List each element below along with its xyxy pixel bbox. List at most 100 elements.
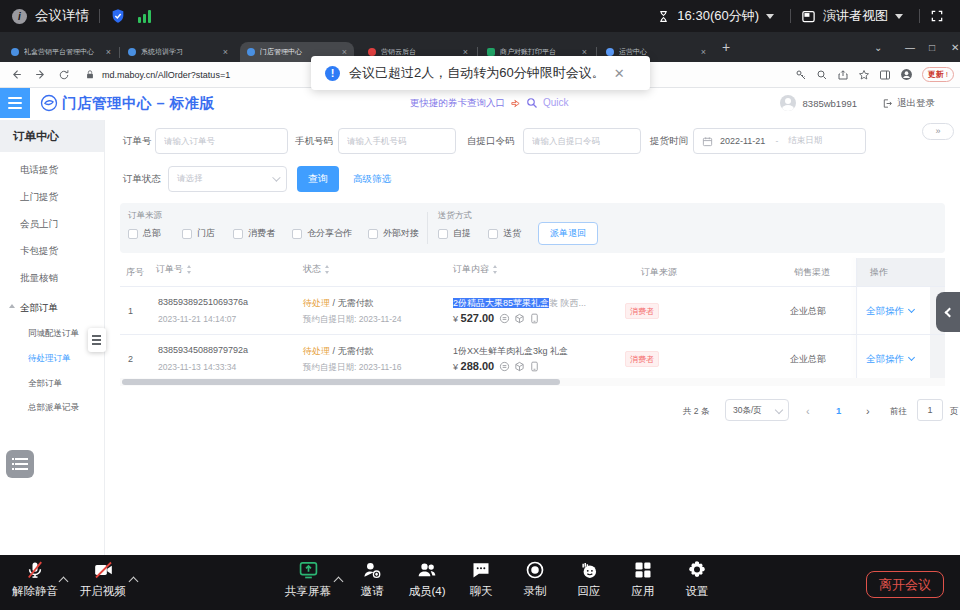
group-collapse-caret[interactable] <box>9 304 15 308</box>
reload-icon[interactable] <box>58 69 70 81</box>
goto-page-input[interactable]: 1 <box>917 399 943 421</box>
source-checkbox-store[interactable]: 门店 <box>182 227 215 240</box>
bookmark-star-icon[interactable] <box>858 69 870 81</box>
tab-close-icon[interactable]: × <box>223 47 228 57</box>
sidebar-item-member-visit[interactable]: 会员上门 <box>20 218 58 231</box>
menu-hamburger-button[interactable] <box>0 88 30 118</box>
user-avatar[interactable] <box>780 95 796 111</box>
zoom-icon[interactable] <box>816 69 828 81</box>
search-button[interactable]: 查询 <box>297 166 339 192</box>
delivery-checkbox-delivery[interactable]: 送货 <box>488 227 521 240</box>
sidebar-subitem-all-orders[interactable]: 全部订单 <box>28 378 62 390</box>
sidebar-item-batch-verify[interactable]: 批量核销 <box>20 272 58 285</box>
row-actions-dropdown[interactable]: 全部操作 <box>866 305 914 318</box>
browser-tab-1[interactable]: 礼盒营销平台管理中心 × <box>4 42 118 62</box>
browser-tab-2[interactable]: 系统培训学习 × <box>121 42 235 62</box>
mute-button[interactable]: 解除静音 <box>5 560 65 599</box>
sidebar-item-phone-pickup[interactable]: 电话提货 <box>20 164 58 177</box>
source-checkbox-warehouse[interactable]: 仓分享合作 <box>292 227 352 240</box>
window-close-button[interactable]: ✕ <box>951 32 959 62</box>
package-icon[interactable] <box>514 313 525 324</box>
window-maximize-button[interactable]: □ <box>929 32 935 62</box>
new-tab-button[interactable]: + <box>722 32 730 62</box>
apps-button[interactable]: 应用 <box>613 560 673 599</box>
browser-update-button[interactable]: 更新! <box>922 67 954 82</box>
sidebar-item-door-pickup[interactable]: 上门提货 <box>20 191 58 204</box>
sidebar-item-card-pickup[interactable]: 卡包提货 <box>20 245 58 258</box>
camera-button[interactable]: 开启视频 <box>73 560 133 599</box>
forward-icon[interactable] <box>34 68 47 81</box>
source-checkbox-consumer[interactable]: 消费者 <box>233 227 275 240</box>
meeting-info-icon[interactable]: i <box>12 9 27 24</box>
receipt-icon[interactable] <box>499 361 510 372</box>
timer-dropdown-caret[interactable] <box>766 14 774 19</box>
meeting-details-label[interactable]: 会议详情 <box>35 7 89 25</box>
leave-meeting-button[interactable]: 离开会议 <box>866 571 944 598</box>
sidebar-subitem-pending-orders[interactable]: 待处理订单 <box>28 353 71 365</box>
row-actions-dropdown[interactable]: 全部操作 <box>866 353 914 366</box>
window-minimize-button[interactable]: — <box>905 32 915 62</box>
col-order-no[interactable]: 订单号 <box>156 263 193 276</box>
settings-button[interactable]: 设置 <box>667 560 727 599</box>
col-status[interactable]: 状态 <box>303 263 331 276</box>
network-signal-icon[interactable] <box>138 10 151 23</box>
url-text[interactable]: md.maboy.cn/AllOrder?status=1 <box>102 70 230 80</box>
order-no: 83859389251069376a <box>158 297 248 307</box>
password-key-icon[interactable] <box>795 69 807 81</box>
lock-icon[interactable] <box>85 69 95 80</box>
fullscreen-icon[interactable] <box>930 9 944 23</box>
logout-label[interactable]: 退出登录 <box>897 97 935 110</box>
quick-label[interactable]: Quick <box>543 88 569 118</box>
current-page[interactable]: 1 <box>836 399 841 423</box>
back-icon[interactable] <box>10 68 23 81</box>
prev-page-icon[interactable]: ‹ <box>806 399 810 423</box>
order-no-label: 订单号 <box>123 128 152 154</box>
order-status-select[interactable]: 请选择 <box>168 166 287 192</box>
profile-icon[interactable] <box>900 68 913 81</box>
advanced-filter-link[interactable]: 高级筛选 <box>353 166 391 192</box>
date-range-input[interactable]: 2022-11-21 - 结束日期 <box>693 128 866 154</box>
divider <box>99 9 100 23</box>
package-icon[interactable] <box>514 361 525 372</box>
horizontal-scrollbar-thumb[interactable] <box>122 379 560 385</box>
floating-menu-button[interactable] <box>6 450 34 478</box>
pickup-code-input[interactable] <box>523 128 641 154</box>
collapse-filters-button[interactable]: » <box>922 123 954 140</box>
dispatch-return-button[interactable]: 派单退回 <box>538 222 598 245</box>
order-no-input[interactable] <box>155 128 288 154</box>
record-icon <box>525 560 545 580</box>
tab-close-icon[interactable]: × <box>701 47 706 57</box>
tab-close-icon[interactable]: × <box>106 47 111 57</box>
side-panel-icon[interactable] <box>879 69 891 81</box>
phone-icon[interactable] <box>529 313 540 324</box>
view-mode-label[interactable]: 演讲者视图 <box>823 7 888 25</box>
page-size-select[interactable]: 30条/页 <box>725 399 789 421</box>
chat-button[interactable]: 聊天 <box>451 560 511 599</box>
delivery-checkbox-pickup[interactable]: 自提 <box>438 227 471 240</box>
security-shield-icon[interactable] <box>110 8 126 24</box>
window-menu-caret[interactable]: ⌄ <box>874 32 882 62</box>
toast-close-icon[interactable]: ✕ <box>614 66 625 81</box>
reactions-button[interactable]: 回应 <box>559 560 619 599</box>
source-checkbox-external[interactable]: 外部对接 <box>368 227 419 240</box>
record-button[interactable]: 录制 <box>505 560 565 599</box>
share-screen-button[interactable]: 共享屏幕 <box>278 560 338 599</box>
phone-icon[interactable] <box>529 361 540 372</box>
sidebar-subitem-hq-dispatch-log[interactable]: 总部派单记录 <box>28 402 79 414</box>
quick-entry-label[interactable]: 更快捷的券卡查询入口 <box>410 88 505 118</box>
meeting-timer[interactable]: 16:30(60分钟) <box>677 7 759 25</box>
tab-title: 系统培训学习 <box>141 47 220 57</box>
source-checkbox-hq[interactable]: 总部 <box>128 227 161 240</box>
view-dropdown-caret[interactable] <box>895 14 903 19</box>
phone-input[interactable] <box>338 128 456 154</box>
sidebar-group-all-orders[interactable]: 全部订单 <box>20 302 58 315</box>
sidebar-subitem-city-delivery[interactable]: 同城配送订单 <box>28 328 79 340</box>
sidebar-collapse-handle[interactable] <box>88 328 106 352</box>
members-button[interactable]: 成员(4) <box>397 560 457 599</box>
next-page-icon[interactable]: › <box>866 399 870 423</box>
panel-expand-handle[interactable] <box>936 292 960 332</box>
share-icon[interactable] <box>837 69 849 81</box>
invite-button[interactable]: 邀请 <box>342 560 402 599</box>
col-content[interactable]: 订单内容 <box>453 263 499 276</box>
receipt-icon[interactable] <box>499 313 510 324</box>
